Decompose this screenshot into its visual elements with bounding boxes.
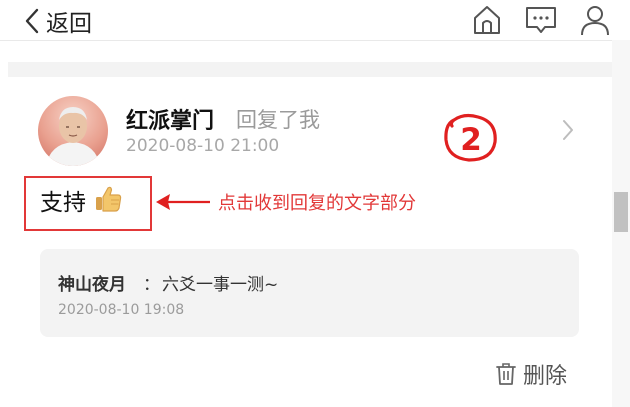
chevron-right-icon[interactable] (560, 118, 576, 142)
annotation-arrow (156, 194, 210, 210)
annotation-circled-number: 2 (444, 113, 497, 162)
user-name[interactable]: 红派掌门 (126, 103, 214, 135)
top-nav-bar: 返回 (0, 0, 630, 41)
home-icon[interactable] (470, 3, 504, 37)
quote-text: 六爻一事一测~ (162, 275, 279, 295)
quote-author[interactable]: 神山夜月 (58, 270, 126, 295)
trash-icon (496, 363, 516, 385)
section-divider (8, 62, 612, 77)
reply-tag: 回复了我 (236, 108, 320, 132)
delete-button[interactable]: 删除 (495, 360, 568, 389)
back-button[interactable]: 返回 (24, 4, 92, 38)
delete-label: 删除 (523, 364, 568, 389)
chevron-left-icon (25, 8, 39, 34)
avatar[interactable] (38, 96, 108, 166)
user-icon[interactable] (578, 3, 612, 37)
quote-time: 2020-08-10 19:08 (58, 302, 185, 318)
reply-text[interactable]: 支持 (40, 183, 86, 217)
message-icon[interactable] (524, 3, 558, 37)
scrollbar-thumb[interactable] (614, 192, 628, 232)
back-label: 返回 (46, 11, 92, 37)
quote-colon: ： (143, 275, 160, 295)
annotation-text: 点击收到回复的文字部分 (218, 193, 416, 214)
annotation-number: 2 (460, 122, 482, 158)
avatar-portrait (46, 107, 100, 166)
comment-time: 2020-08-10 21:00 (126, 136, 280, 156)
thumbs-up-icon (96, 186, 122, 212)
